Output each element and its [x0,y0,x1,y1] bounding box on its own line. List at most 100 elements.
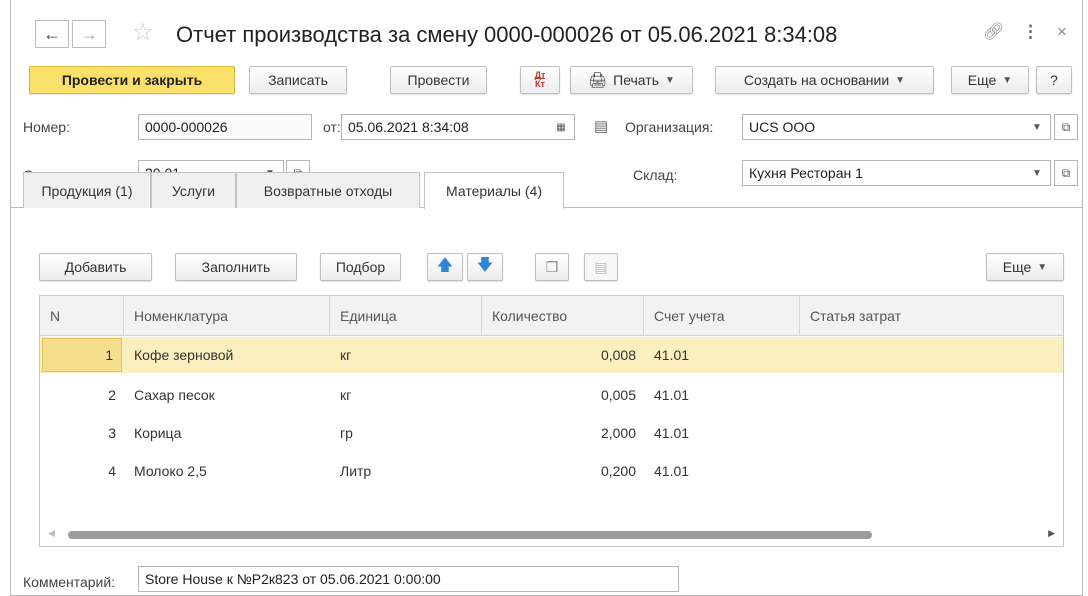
save-button[interactable]: Записать [249,66,347,94]
date-field[interactable]: 05.06.2021 8:34:08 ▦ [341,114,575,140]
row-account: 41.01 [654,425,690,441]
chevron-down-icon[interactable]: ▼ [1026,161,1048,185]
chevron-down-icon[interactable]: ▼ [1026,115,1048,139]
tab-materials[interactable]: Материалы (4) [424,172,564,209]
table-row[interactable]: 1 Кофе зерновой кг 0,008 41.01 [40,337,1063,373]
paste-button[interactable]: ▤ [584,253,618,281]
date-label: от: [323,119,341,135]
table-more-label: Еще [1002,259,1032,275]
row-account: 41.01 [654,387,690,403]
scroll-right-icon[interactable]: ▶ [1048,528,1055,539]
row-account: 41.01 [654,347,690,363]
row-cost-item [800,453,1063,489]
organization-label: Организация: [625,119,714,135]
table-row[interactable]: 2 Сахар песок кг 0,005 41.01 [40,377,1063,413]
create-based-on-button[interactable]: Создать на основании ▼ [715,66,934,94]
column-header-n[interactable]: N [40,296,124,336]
star-icon[interactable]: ☆ [132,18,154,47]
tab-services[interactable]: Услуги [151,172,236,208]
add-button[interactable]: Добавить [39,253,152,281]
copy-button[interactable]: ❐ [535,253,569,281]
print-label: Печать [613,72,659,88]
create-based-on-label: Создать на основании [743,72,890,88]
date-value: 05.06.2021 8:34:08 [348,119,469,135]
pick-button[interactable]: Подбор [320,253,401,281]
row-unit: кг [340,387,352,403]
comment-field[interactable]: Store House к №Р2к823 от 05.06.2021 0:00… [138,566,679,592]
link-icon[interactable]: 🔗︎ [983,22,1005,42]
scrollbar-thumb[interactable] [68,531,872,539]
more-label: Еще [967,72,997,88]
chevron-down-icon: ▼ [1037,261,1048,273]
post-button[interactable]: Провести [390,66,487,94]
materials-table: N Номенклатура Единица Количество Счет у… [39,295,1064,547]
post-and-close-button[interactable]: Провести и закрыть [29,66,235,94]
row-quantity: 0,200 [600,463,636,479]
chevron-down-icon: ▼ [895,74,906,86]
row-item: Молоко 2,5 [134,463,207,479]
organization-field[interactable]: UCS ООО ▼ [742,114,1051,140]
help-button[interactable]: ? [1036,66,1072,94]
move-down-button[interactable]: 🡇 [467,253,503,281]
row-unit: Литр [340,463,372,479]
arrow-left-icon: ← [43,23,61,44]
arrow-right-icon: → [80,23,98,44]
column-header-cost-item[interactable]: Статья затрат [800,296,1063,336]
print-button[interactable]: 🖨︎ Печать ▼ [570,66,693,94]
arrow-down-icon: 🡇 [476,256,494,274]
printer-icon: 🖨︎ [588,72,608,89]
row-cost-item [800,415,1063,451]
row-cost-item [800,337,1063,373]
open-form-icon[interactable]: ⧉ [1054,160,1078,186]
number-field[interactable]: 0000-000026 [138,114,312,140]
row-unit: кг [340,347,352,363]
forward-button[interactable]: → [72,20,106,48]
warehouse-value: Кухня Ресторан 1 [749,165,863,181]
dt-kt-button[interactable]: Дт Кт [520,66,560,94]
table-header: N Номенклатура Единица Количество Счет у… [40,296,1063,336]
number-label: Номер: [23,119,70,135]
more-vert-icon[interactable]: ⋮ [1022,22,1039,42]
row-item: Сахар песок [134,387,215,403]
chevron-down-icon: ▼ [665,74,675,86]
row-item: Кофе зерновой [134,347,234,363]
move-up-button[interactable]: 🡅 [427,253,463,281]
back-button[interactable]: ← [35,20,69,48]
table-row[interactable]: 3 Корица гр 2,000 41.01 [40,415,1063,451]
copy-icon: ❐ [545,258,559,275]
column-header-quantity[interactable]: Количество [482,296,644,336]
table-more-button[interactable]: Еще ▼ [986,253,1064,281]
close-icon[interactable]: × [1057,22,1067,42]
warehouse-label: Склад: [633,167,678,183]
row-item: Корица [134,425,182,441]
table-row[interactable]: 4 Молоко 2,5 Литр 0,200 41.01 [40,453,1063,489]
open-form-icon[interactable]: ⧉ [1054,114,1078,140]
column-header-item[interactable]: Номенклатура [124,296,330,336]
row-number: 4 [108,463,116,479]
column-header-account[interactable]: Счет учета [644,296,800,336]
row-number: 3 [108,425,116,441]
document-window: ← → ☆ Отчет производства за смену 0000-0… [10,0,1083,596]
arrow-up-icon: 🡅 [436,256,454,274]
tab-returnable-waste[interactable]: Возвратные отходы [236,172,420,208]
row-account: 41.01 [654,463,690,479]
fill-button[interactable]: Заполнить [175,253,297,281]
row-number: 2 [108,387,116,403]
window-title: Отчет производства за смену 0000-000026 … [176,22,838,47]
organization-value: UCS ООО [749,119,816,135]
paste-icon: ▤ [594,258,608,275]
column-header-unit[interactable]: Единица [330,296,482,336]
horizontal-scrollbar[interactable]: ◀ ▶ [40,524,1063,546]
row-quantity: 0,005 [600,387,636,403]
row-quantity: 0,008 [600,347,636,363]
kt-label: Кт [535,79,545,89]
more-button[interactable]: Еще ▼ [951,66,1029,94]
row-unit: гр [340,425,353,441]
chevron-down-icon: ▼ [1002,74,1013,86]
tab-products[interactable]: Продукция (1) [23,172,151,208]
warehouse-field[interactable]: Кухня Ресторан 1 ▼ [742,160,1051,186]
scroll-left-icon[interactable]: ◀ [48,528,55,539]
row-number: 1 [42,338,122,372]
row-quantity: 2,000 [600,425,636,441]
calendar-icon[interactable]: ▦ [550,115,572,139]
